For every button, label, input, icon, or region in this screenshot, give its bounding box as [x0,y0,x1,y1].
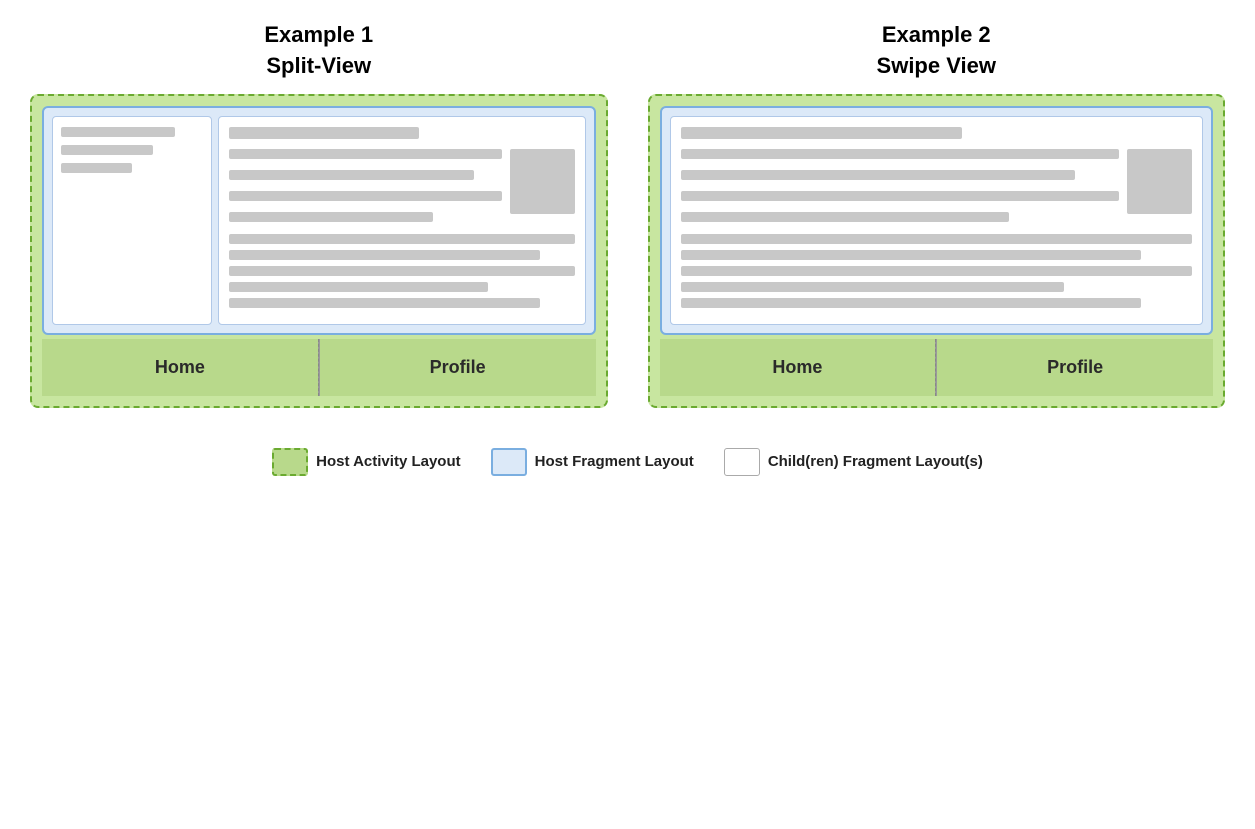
swipe-title-bar [681,127,962,139]
swipe-bar-5 [681,234,1193,244]
content-bar-5 [229,234,575,244]
example1-title-line1: Example 1 [264,22,373,47]
swipe-image [1127,149,1192,214]
example2-nav-bar: Home Profile [660,339,1214,396]
swipe-bar-2 [681,170,1076,180]
content-bar-9 [229,298,540,308]
legend: Host Activity Layout Host Fragment Layou… [272,448,983,476]
example2-profile-label: Profile [1047,357,1103,377]
legend-host-activity: Host Activity Layout [272,448,460,476]
example2-block: Example 2 Swipe View [648,20,1226,408]
content-bar-6 [229,250,540,260]
legend-child-fragment: Child(ren) Fragment Layout(s) [724,448,983,476]
example2-title-line1: Example 2 [882,22,991,47]
swipe-bar-7 [681,266,1193,276]
content-bar-1 [229,149,502,159]
example1-content [218,116,586,325]
content-bar-3 [229,191,502,201]
example1-sidebar [52,116,212,325]
swipe-bar-8 [681,282,1065,292]
sidebar-bar-3 [61,163,132,173]
content-title-bar [229,127,419,139]
content-with-image [229,149,575,228]
example1-title-line2: Split-View [266,53,371,78]
content-bar-7 [229,266,575,276]
example1-home-label: Home [155,357,205,377]
sidebar-bar-2 [61,145,153,155]
main-row: Example 1 Split-View [30,20,1225,408]
swipe-bar-4 [681,212,1010,222]
example2-nav-profile[interactable]: Profile [937,339,1213,396]
example2-title-line2: Swipe View [877,53,996,78]
example2-host-fragment: ‹ › [660,106,1214,335]
legend-child-fragment-box [724,448,760,476]
example1-block: Example 1 Split-View [30,20,608,408]
example2-content: ‹ › [670,116,1204,325]
legend-host-activity-box [272,448,308,476]
swipe-bar-1 [681,149,1120,159]
example1-host-activity: Home Profile [30,94,608,408]
example2-title: Example 2 Swipe View [877,20,996,82]
example1-profile-label: Profile [430,357,486,377]
swipe-content-with-image [681,149,1193,228]
swipe-content-lines [681,149,1120,228]
content-lines [229,149,502,228]
content-bar-2 [229,170,474,180]
content-bar-8 [229,282,488,292]
sidebar-bar-1 [61,127,175,137]
legend-host-fragment: Host Fragment Layout [491,448,694,476]
legend-child-fragment-label: Child(ren) Fragment Layout(s) [768,453,983,470]
example1-nav-profile[interactable]: Profile [320,339,596,396]
example1-nav-home[interactable]: Home [42,339,318,396]
content-bar-4 [229,212,433,222]
swipe-bar-9 [681,298,1141,308]
legend-host-activity-label: Host Activity Layout [316,453,460,470]
example2-nav-home[interactable]: Home [660,339,936,396]
example1-host-fragment [42,106,596,335]
example1-title: Example 1 Split-View [264,20,373,82]
example2-host-activity: ‹ › Home Profile [648,94,1226,408]
legend-host-fragment-label: Host Fragment Layout [535,453,694,470]
example2-home-label: Home [772,357,822,377]
legend-host-fragment-box [491,448,527,476]
content-image [510,149,575,214]
example1-nav-bar: Home Profile [42,339,596,396]
swipe-bar-3 [681,191,1120,201]
swipe-bar-6 [681,250,1141,260]
